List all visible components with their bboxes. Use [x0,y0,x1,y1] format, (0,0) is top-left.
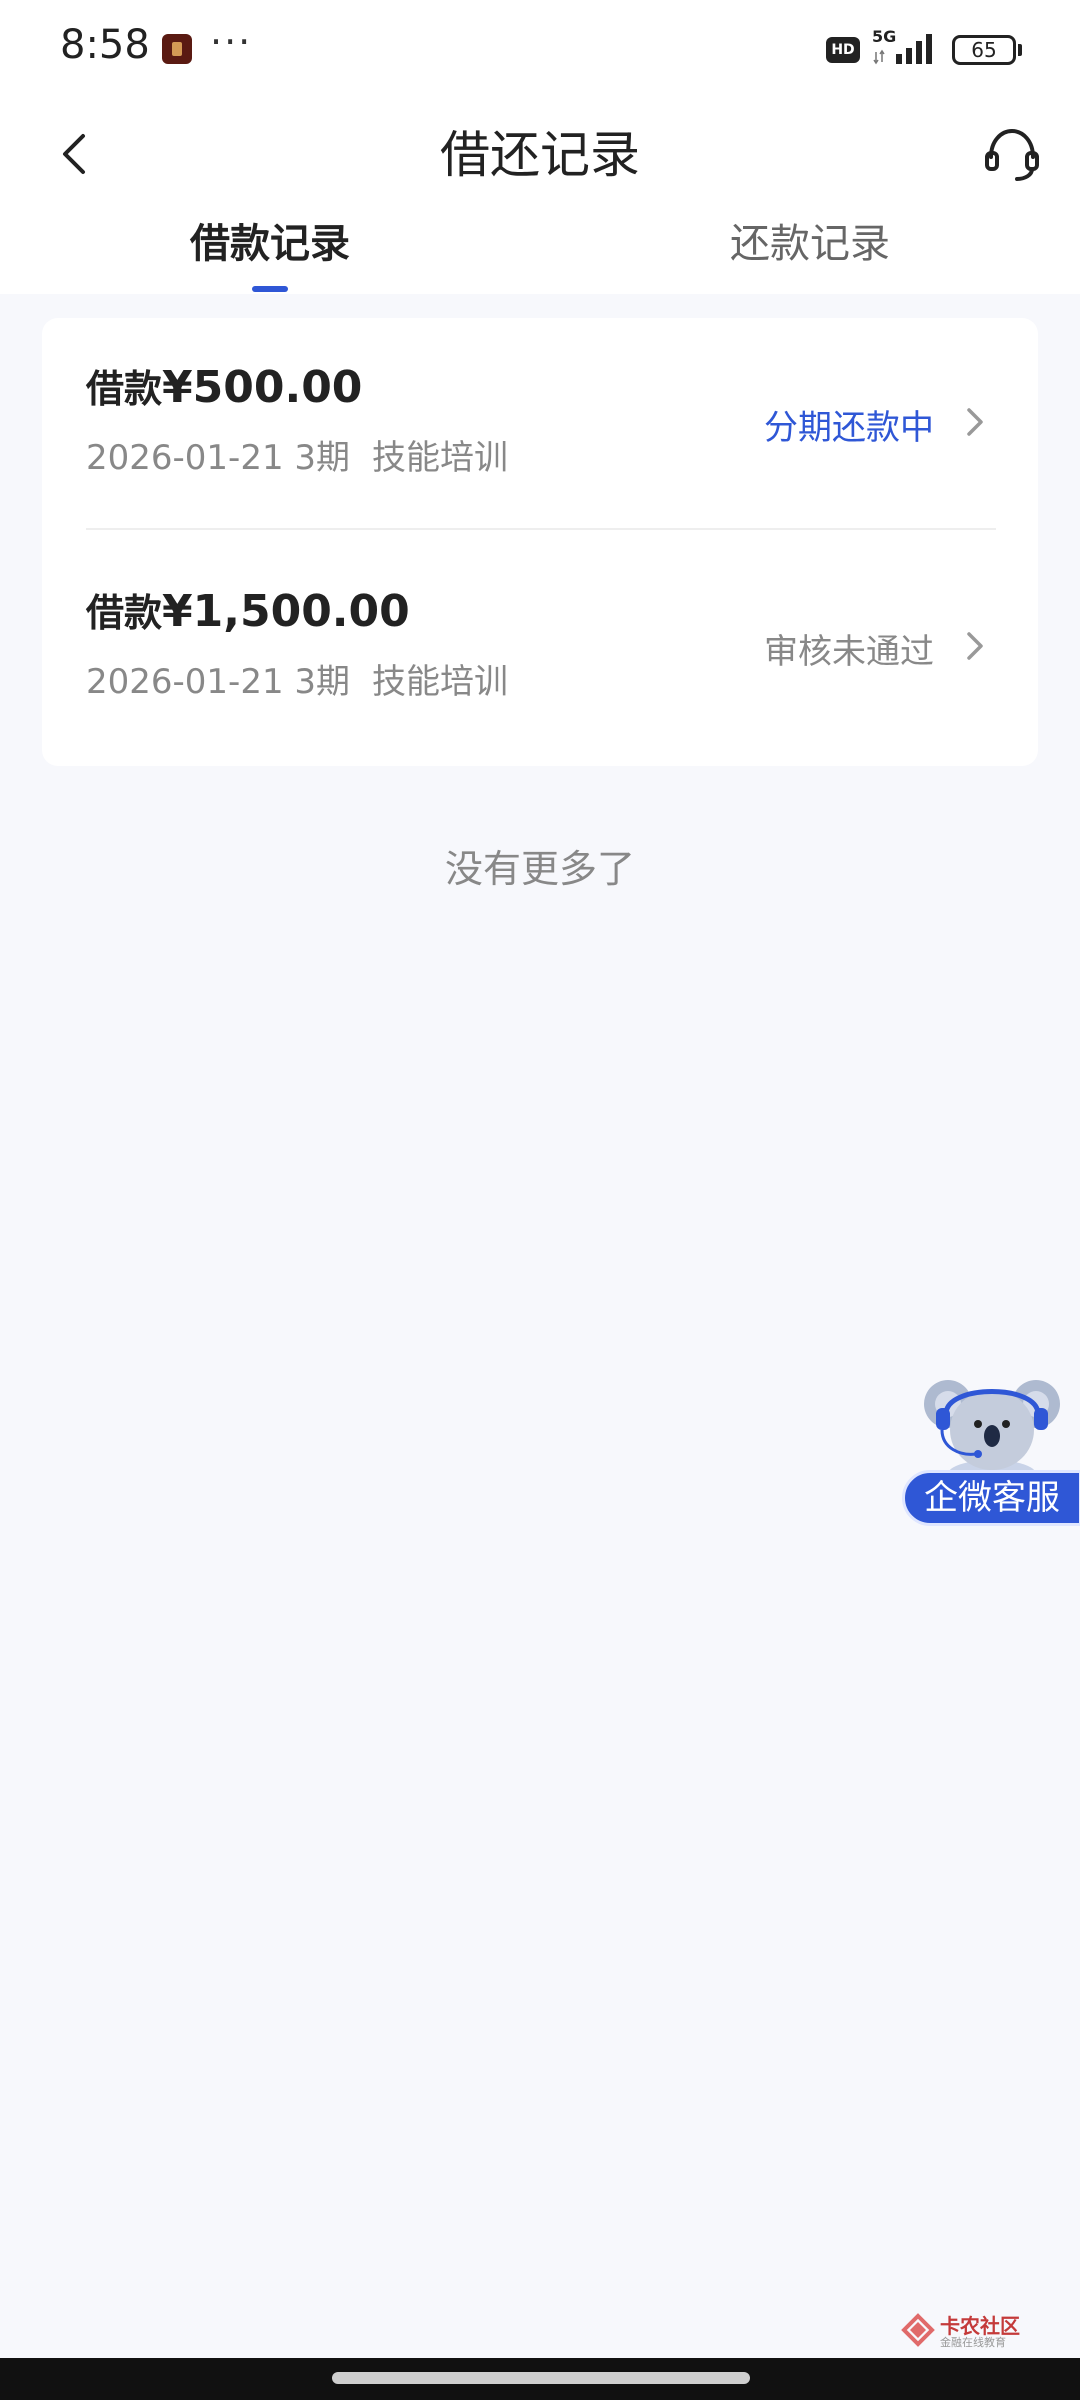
watermark: 卡农社区 金融在线教育 [900,2310,1060,2354]
active-tab-indicator [252,286,288,292]
loan-amount: 借款¥1,500.00 [86,586,410,637]
loan-record-item[interactable]: 借款¥1,500.00 2026-01-21 3期 技能培训 审核未通过 [42,542,1038,766]
list-end-text: 没有更多了 [444,847,635,891]
svg-text:5G: 5G [872,28,896,46]
loan-amount: 借款¥500.00 [86,362,363,413]
battery-cap [1018,44,1022,56]
loan-status: 审核未通过 [764,632,934,672]
loan-meta: 2026-01-21 3期 技能培训 [86,662,509,702]
page-title: 借还记录 [440,126,640,184]
loan-record-item[interactable]: 借款¥500.00 2026-01-21 3期 技能培训 分期还款中 [42,318,1038,542]
status-bar: 8:58 ··· HD 5G 65 [0,0,1080,100]
tab-repayment-records[interactable]: 还款记录 [540,210,1080,294]
tab-loan-records[interactable]: 借款记录 [0,210,540,294]
customer-service-button[interactable] [980,122,1044,186]
chevron-left-icon [63,134,85,174]
record-tabs: 借款记录 还款记录 [0,210,1080,294]
more-notifications-icon: ··· [210,20,253,64]
kanong-logo-icon [901,2313,935,2347]
hd-badge: HD [826,37,860,63]
koala-mascot-icon [924,1380,1060,1484]
records-card: 借款¥500.00 2026-01-21 3期 技能培训 分期还款中 借款¥1,5… [42,318,1038,766]
status-time: 8:58 [60,22,150,68]
chevron-right-icon [967,632,983,660]
headset-icon [985,128,1039,181]
screen: 8:58 ··· HD 5G 65 借还记录 借款记录 还款记录 借款¥500.… [0,0,1080,2400]
back-button[interactable] [44,124,104,184]
loan-status: 分期还款中 [764,408,934,448]
loan-meta: 2026-01-21 3期 技能培训 [86,438,509,478]
app-notification-icon [162,34,192,64]
wecom-service-label: 企微客服 [902,1470,1080,1526]
record-divider [86,528,996,530]
battery-indicator: 65 [952,35,1016,65]
signal-icon: 5G [872,28,932,65]
navigation-gesture-area [0,2358,1080,2400]
title-bar: 借还记录 [0,100,1080,210]
top-area: 8:58 ··· HD 5G 65 借还记录 借款记录 还款记录 [0,0,1080,294]
watermark-subtext: 金融在线教育 [940,2336,1006,2349]
wecom-service-float-button[interactable]: 企微客服 [902,1374,1080,1530]
home-gesture-bar[interactable] [332,2372,750,2384]
chevron-right-icon [967,408,983,436]
